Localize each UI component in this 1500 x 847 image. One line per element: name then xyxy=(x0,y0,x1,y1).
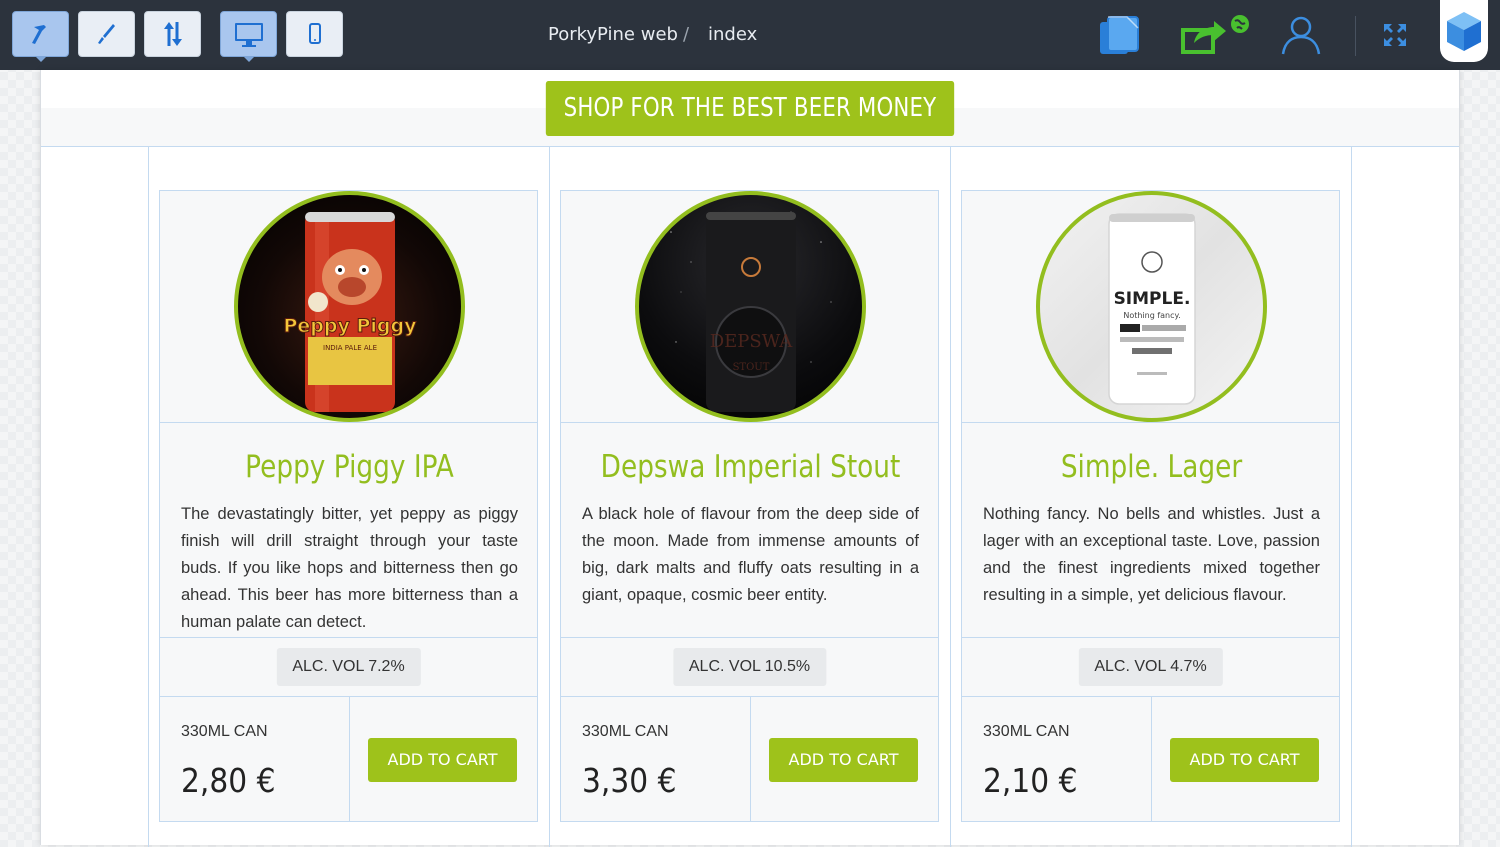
product-card-simple-lager: SIMPLE. Nothing fancy. Simple. Lager Not… xyxy=(961,190,1340,822)
product-text-box: Peppy Piggy IPA The devastatingly bitter… xyxy=(159,422,538,638)
pages-icon xyxy=(1100,16,1139,54)
column-divider xyxy=(549,147,550,847)
product-alc-box: ALC. VOL 4.7% xyxy=(961,637,1340,697)
product-image: Peppy Piggy INDIA PALE ALE xyxy=(234,191,465,422)
can-label: DEPSWA xyxy=(709,331,793,352)
product-card-peppy-piggy: Peppy Piggy INDIA PALE ALE Peppy Piggy I… xyxy=(159,190,538,822)
product-image-box: DEPSWA STOUT xyxy=(560,190,939,423)
can-sublabel: INDIA PALE ALE xyxy=(323,344,377,352)
product-card-depswa: DEPSWA STOUT Depswa Imperial Stout A bla… xyxy=(560,190,939,822)
page-canvas: SHOP FOR THE BEST BEER MONEY CAN BUY Pep… xyxy=(40,70,1460,847)
sort-tool-button[interactable] xyxy=(144,11,201,57)
can-sublabel: STOUT xyxy=(732,362,769,373)
product-title: Simple. Lager xyxy=(1060,449,1243,485)
product-size: 330ML CAN xyxy=(983,723,1070,740)
fullscreen-button[interactable] xyxy=(1380,10,1410,60)
product-price-box: 330ML CAN 2,10 € xyxy=(961,696,1152,822)
product-price: 3,30 € xyxy=(582,761,677,800)
product-alc-box: ALC. VOL 10.5% xyxy=(560,637,939,697)
product-description: The devastatingly bitter, yet peppy as p… xyxy=(181,505,518,631)
shop-banner-label: SHOP FOR THE BEST BEER MONEY CAN BUY xyxy=(563,93,937,178)
user-icon xyxy=(1281,16,1321,55)
add-to-cart-button[interactable]: ADD TO CART xyxy=(368,738,517,782)
brush-tool-button[interactable] xyxy=(78,11,135,57)
product-price: 2,10 € xyxy=(983,761,1078,800)
publish-icon xyxy=(1181,15,1249,54)
product-cart-box: ADD TO CART xyxy=(1151,696,1340,822)
can-label: SIMPLE. xyxy=(1113,289,1190,309)
fullscreen-icon xyxy=(1384,24,1406,46)
column-divider xyxy=(950,147,951,847)
product-text-box: Simple. Lager Nothing fancy. No bells an… xyxy=(961,422,1340,638)
breadcrumb-separator: / xyxy=(683,24,690,45)
app-logo[interactable] xyxy=(1440,0,1488,62)
cube-logo-icon xyxy=(1447,12,1481,51)
product-image: SIMPLE. Nothing fancy. xyxy=(1036,191,1267,422)
can-label: Peppy Piggy xyxy=(283,315,417,337)
product-description: Nothing fancy. No bells and whistles. Ju… xyxy=(983,505,1320,604)
product-description: A black hole of flavour from the deep si… xyxy=(582,505,919,604)
toolbar-divider xyxy=(1355,16,1356,56)
user-button[interactable] xyxy=(1278,10,1324,60)
product-image-box: Peppy Piggy INDIA PALE ALE xyxy=(159,190,538,423)
mobile-view-button[interactable] xyxy=(286,11,343,57)
column-divider xyxy=(148,147,149,847)
hammer-tool-button[interactable] xyxy=(12,11,69,62)
brush-icon xyxy=(97,24,115,44)
product-image-box: SIMPLE. Nothing fancy. xyxy=(961,190,1340,423)
hammer-icon xyxy=(31,25,46,44)
product-price-box: 330ML CAN 2,80 € xyxy=(159,696,350,822)
add-to-cart-button[interactable]: ADD TO CART xyxy=(769,738,918,782)
desktop-icon xyxy=(234,23,263,47)
breadcrumb-page[interactable]: index xyxy=(708,0,757,70)
add-to-cart-button[interactable]: ADD TO CART xyxy=(1170,738,1319,782)
pages-button[interactable] xyxy=(1096,10,1142,60)
shop-banner-button[interactable]: SHOP FOR THE BEST BEER MONEY CAN BUY xyxy=(545,81,955,178)
breadcrumb-project[interactable]: PorkyPine web xyxy=(548,0,678,70)
product-price-box: 330ML CAN 3,30 € xyxy=(560,696,751,822)
product-text-box: Depswa Imperial Stout A black hole of fl… xyxy=(560,422,939,638)
column-divider xyxy=(1351,147,1352,847)
product-title: Depswa Imperial Stout xyxy=(600,449,901,485)
product-size: 330ML CAN xyxy=(582,723,669,740)
mobile-icon xyxy=(308,23,321,44)
product-cart-box: ADD TO CART xyxy=(750,696,939,822)
desktop-view-button[interactable] xyxy=(220,11,277,62)
product-size: 330ML CAN xyxy=(181,723,268,740)
alc-badge: ALC. VOL 7.2% xyxy=(276,648,421,686)
top-toolbar: PorkyPine web / index xyxy=(0,0,1500,70)
product-price: 2,80 € xyxy=(181,761,276,800)
product-cart-box: ADD TO CART xyxy=(349,696,538,822)
product-alc-box: ALC. VOL 7.2% xyxy=(159,637,538,697)
alc-badge: ALC. VOL 4.7% xyxy=(1078,648,1223,686)
alc-badge: ALC. VOL 10.5% xyxy=(672,648,827,686)
product-title: Peppy Piggy IPA xyxy=(245,449,454,485)
up-down-arrows-icon xyxy=(163,22,182,46)
product-image: DEPSWA STOUT xyxy=(635,191,866,422)
publish-button[interactable] xyxy=(1180,10,1252,60)
can-sublabel: Nothing fancy. xyxy=(1123,311,1180,320)
